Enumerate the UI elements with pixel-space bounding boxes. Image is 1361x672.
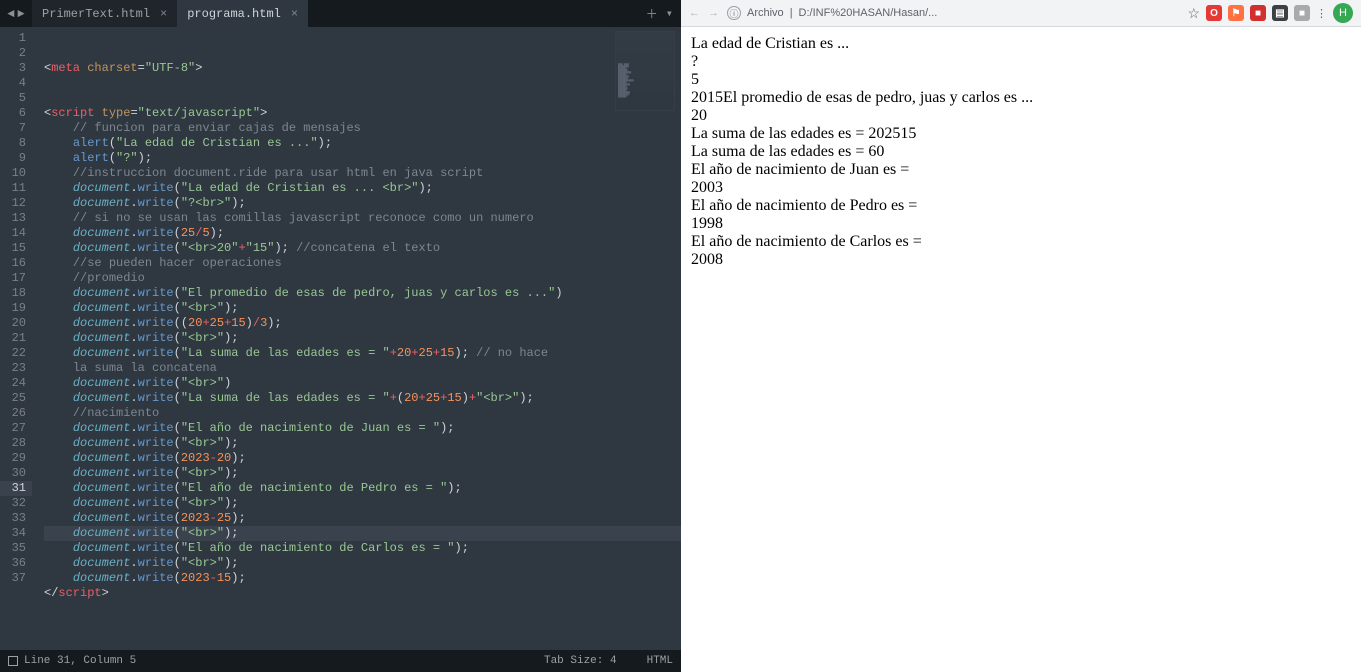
code-line[interactable]: document.write(2023-15); [44,571,681,586]
code-line[interactable]: //instruccion document.ride para usar ht… [44,166,681,181]
file-scheme-icon: ⓘ [727,6,741,20]
browser-pane: ← → ⓘ Archivo | D:/INF%20HASAN/Hasan/...… [681,0,1361,672]
code-line[interactable] [44,91,681,106]
tab-size[interactable]: Tab Size: 4 [544,655,617,667]
nav-forward-icon[interactable]: ► [16,7,26,21]
tab-label: programa.html [187,7,281,21]
bookmark-icon[interactable]: ☆ [1187,5,1200,22]
code-line[interactable] [44,76,681,91]
code-line[interactable]: la suma la concatena [44,361,681,376]
dropdown-icon[interactable]: ▾ [666,6,673,21]
browser-nav: ← → [689,7,719,19]
ext-icon-4[interactable]: ▤ [1272,5,1288,21]
code-line[interactable] [44,616,681,631]
code-area[interactable]: 1234567891011121314151617181920 21222324… [0,27,681,650]
status-checkbox-icon[interactable] [8,656,18,666]
output-line: 2015El promedio de esas de pedro, juas y… [691,89,1351,107]
tab-label: PrimerText.html [42,7,150,21]
code-line[interactable]: document.write("<br>"); [44,331,681,346]
tab-primertext[interactable]: PrimerText.html × [32,0,177,27]
output-line: 2003 [691,179,1351,197]
code-line[interactable]: document.write("<br>20"+"15"); //concate… [44,241,681,256]
code-line[interactable]: document.write("El año de nacimiento de … [44,541,681,556]
code-line[interactable]: <script type="text/javascript"> [44,106,681,121]
code-line[interactable]: document.write("El año de nacimiento de … [44,481,681,496]
output-line: 20 [691,107,1351,125]
code-line[interactable]: document.write("<br>"); [44,301,681,316]
code-line[interactable]: document.write("La suma de las edades es… [44,346,681,361]
output-line: 2008 [691,251,1351,269]
close-icon[interactable]: × [291,7,298,21]
status-bar: Line 31, Column 5 Tab Size: 4 HTML [0,650,681,672]
code-line[interactable]: document.write("<br>"); [44,436,681,451]
code-line[interactable]: document.write("<br>") [44,376,681,391]
tab-nav: ◄ ► [0,7,32,21]
code-line[interactable]: document.write("<br>"); [44,496,681,511]
back-icon[interactable]: ← [689,7,700,19]
code-line[interactable] [44,601,681,616]
output-line: 1998 [691,215,1351,233]
tab-actions: ＋ ▾ [638,5,681,22]
code-line[interactable]: document.write("<br>"); [44,466,681,481]
code-line[interactable]: document.write("<br>"); [44,556,681,571]
close-icon[interactable]: × [160,7,167,21]
opera-icon[interactable]: O [1206,5,1222,21]
code-line[interactable]: document.write("La suma de las edades es… [44,391,681,406]
address-bar[interactable]: ⓘ Archivo | D:/INF%20HASAN/Hasan/... [727,6,1179,20]
nav-back-icon[interactable]: ◄ [6,7,16,21]
output-line: La edad de Cristian es ... [691,35,1351,53]
ext-icon-5[interactable]: ■ [1294,5,1310,21]
code-line[interactable]: </script> [44,586,681,601]
output-line: El año de nacimiento de Juan es = [691,161,1351,179]
minimap[interactable]: ████ ████ █████████ ███████ ████████ ███… [615,31,675,111]
tab-bar: ◄ ► PrimerText.html × programa.html × ＋ … [0,0,681,27]
browser-content: La edad de Cristian es ...?52015El prome… [681,27,1361,672]
code-line[interactable]: // si no se usan las comillas javascript… [44,211,681,226]
code-line[interactable]: alert("La edad de Cristian es ..."); [44,136,681,151]
user-avatar[interactable]: H [1333,3,1353,23]
ext-icon-3[interactable]: ■ [1250,5,1266,21]
editor-pane: ◄ ► PrimerText.html × programa.html × ＋ … [0,0,681,672]
code-line[interactable]: document.write((20+25+15)/3); [44,316,681,331]
code-line[interactable]: document.write("El promedio de esas de p… [44,286,681,301]
code-line[interactable]: //se pueden hacer operaciones [44,256,681,271]
ext-icon-2[interactable]: ⚑ [1228,5,1244,21]
code-line[interactable]: document.write("<br>"); [44,526,681,541]
tab-programa[interactable]: programa.html × [177,0,308,27]
code-line[interactable]: document.write("La edad de Cristian es .… [44,181,681,196]
browser-toolbar: ← → ⓘ Archivo | D:/INF%20HASAN/Hasan/...… [681,0,1361,27]
code-line[interactable]: //nacimiento [44,406,681,421]
line-gutter: 1234567891011121314151617181920 21222324… [0,27,38,650]
cursor-position[interactable]: Line 31, Column 5 [24,655,136,667]
code-line[interactable]: document.write(2023-20); [44,451,681,466]
code-line[interactable]: document.write(2023-25); [44,511,681,526]
extension-icons: ☆ O ⚑ ■ ▤ ■ ⋮ H [1187,3,1353,23]
addr-path: D:/INF%20HASAN/Hasan/... [799,7,938,19]
addr-label: Archivo [747,7,784,19]
output-line: 5 [691,71,1351,89]
addr-separator: | [790,7,793,19]
output-line: La suma de las edades es = 202515 [691,125,1351,143]
output-line: La suma de las edades es = 60 [691,143,1351,161]
code-line[interactable]: // funcion para enviar cajas de mensajes [44,121,681,136]
code-line[interactable]: <meta charset="UTF-8"> [44,61,681,76]
code-line[interactable]: document.write("El año de nacimiento de … [44,421,681,436]
language-mode[interactable]: HTML [647,655,673,667]
code-line[interactable]: alert("?"); [44,151,681,166]
code-line[interactable]: document.write("?<br>"); [44,196,681,211]
forward-icon[interactable]: → [708,7,719,19]
code-line[interactable]: //promedio [44,271,681,286]
code-content[interactable]: <meta charset="UTF-8"> <script type="tex… [38,27,681,650]
output-line: El año de nacimiento de Carlos es = [691,233,1351,251]
output-line: ? [691,53,1351,71]
output-line: El año de nacimiento de Pedro es = [691,197,1351,215]
new-tab-icon[interactable]: ＋ [646,5,658,22]
menu-dots-icon[interactable]: ⋮ [1316,7,1327,20]
code-line[interactable]: document.write(25/5); [44,226,681,241]
